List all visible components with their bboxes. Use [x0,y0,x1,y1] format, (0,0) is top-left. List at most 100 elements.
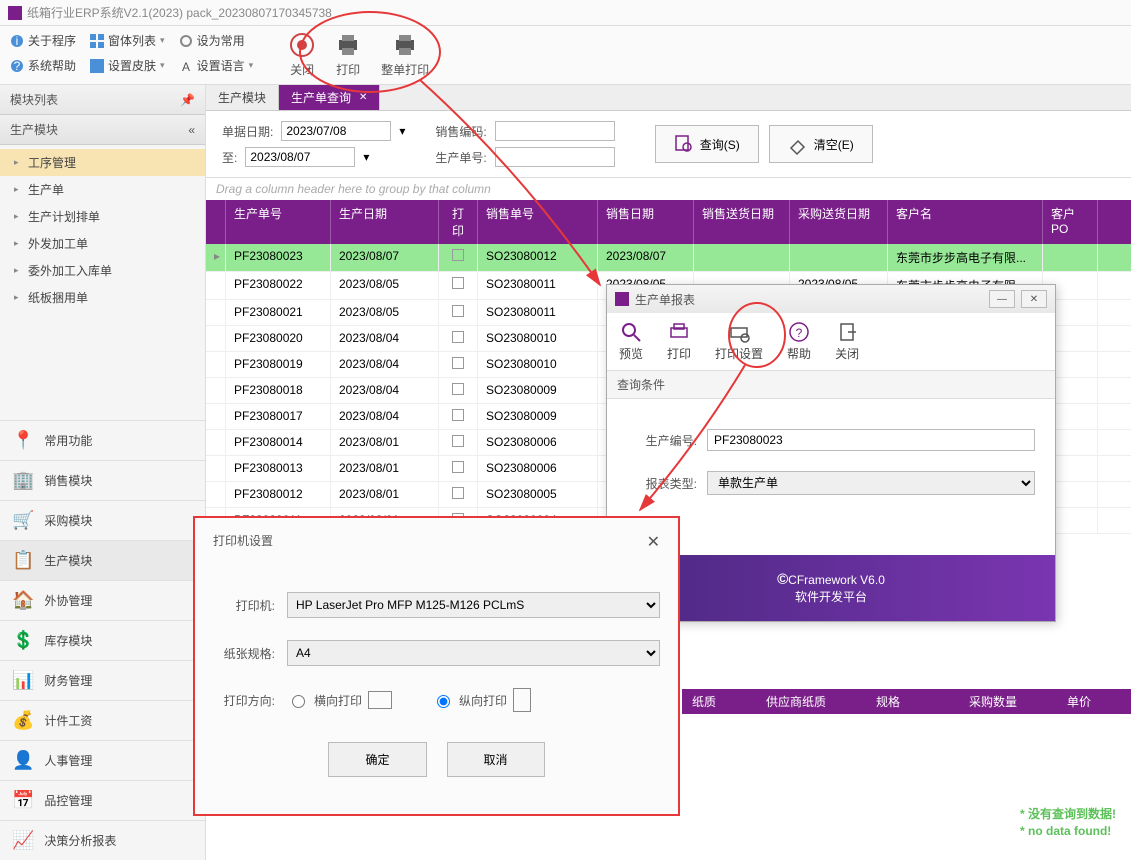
print-setup-button[interactable]: 打印设置 [703,313,775,370]
app-title: 纸箱行业ERP系统V2.1(2023) pack_202308071703457… [27,4,332,21]
sidebar-item[interactable]: 生产单 [0,176,205,203]
module-item[interactable]: 🏢销售模块 [0,460,205,500]
module-icon: 🏠 [12,590,34,611]
prod-input[interactable] [495,147,615,167]
module-item[interactable]: 🏠外协管理 [0,580,205,620]
module-icon: 📊 [12,670,34,691]
door-icon [836,321,858,343]
close-icon [289,32,315,58]
printer-label: 打印机: [213,597,275,614]
sidebar-item[interactable]: 工序管理 [0,149,205,176]
paper-select[interactable]: A4 [287,640,660,666]
help-icon: ? [788,321,810,343]
sidebar: 模块列表📌 生产模块« 工序管理生产单生产计划排单外发加工单委外加工入库单纸板捆… [0,85,206,860]
print-button[interactable]: 打印 [335,32,361,78]
sidebar-item[interactable]: 纸板捆用单 [0,284,205,311]
date-from-input[interactable] [281,121,391,141]
menu-lang[interactable]: A设置语言▾ [179,57,254,74]
date-to-input[interactable] [245,147,355,167]
module-icon: 💰 [12,710,34,731]
search-icon [674,134,694,154]
tab-production[interactable]: 生产模块 [206,85,279,110]
prod-code-input[interactable] [707,429,1035,451]
print-settings-dialog: 打印机设置 ✕ 打印机: HP LaserJet Pro MFP M125-M126… [193,516,680,816]
grid-icon [90,34,104,48]
dlg-close-button[interactable]: 关闭 [823,313,871,370]
date-label: 单据日期: [222,123,273,140]
module-icon: 📋 [12,550,34,571]
paper-label: 纸张规格: [213,645,275,662]
portrait-radio[interactable]: 纵向打印 [432,688,531,712]
svg-text:?: ? [14,59,21,73]
module-item[interactable]: 📋生产模块 [0,540,205,580]
info-icon: i [10,34,24,48]
close-button[interactable]: ✕ [1021,290,1047,308]
grid-header: 生产单号 生产日期 打印 销售单号 销售日期 销售送货日期 采购送货日期 客户名… [206,200,1131,244]
menu-bar: i关于程序 窗体列表▾ 设为常用 ?系统帮助 设置皮肤▾ A设置语言▾ 关闭 打… [0,26,1131,85]
printer-select[interactable]: HP LaserJet Pro MFP M125-M126 PCLmS [287,592,660,618]
tab-query[interactable]: 生产单查询✕ [279,85,380,110]
preview-icon [620,321,642,343]
svg-text:i: i [16,34,19,48]
clear-button[interactable]: 清空(E) [769,125,873,163]
module-item[interactable]: 📍常用功能 [0,420,205,460]
close-button[interactable]: ✕ [647,532,660,552]
menu-about[interactable]: i关于程序 [10,32,76,49]
code-label: 销售编码: [435,123,486,140]
ok-button[interactable]: 确定 [328,742,426,777]
preview-button[interactable]: 预览 [607,313,655,370]
filter-panel: 单据日期:▾ 至:▾ 销售编码: 生产单号: 查询(S) 清空(E) [206,111,1131,178]
cancel-button[interactable]: 取消 [447,742,545,777]
printer-icon [392,32,418,58]
module-item[interactable]: 👤人事管理 [0,740,205,780]
lower-grid-header: 纸质供应商纸质规格 采购数量单价 [682,689,1131,714]
group-hint: Drag a column header here to group by th… [206,178,1131,200]
module-item[interactable]: 📈决策分析报表 [0,820,205,860]
sidebar-header: 模块列表📌 [0,85,205,115]
pin-icon[interactable]: 📌 [180,93,195,107]
sidebar-item[interactable]: 委外加工入库单 [0,257,205,284]
print-all-button[interactable]: 整单打印 [381,32,429,78]
minimize-button[interactable]: — [989,290,1015,308]
menu-default[interactable]: 设为常用 [179,32,245,49]
module-item[interactable]: 💲库存模块 [0,620,205,660]
palette-icon [90,59,104,73]
svg-text:A: A [182,60,190,74]
dialog-title: 生产单报表 [635,291,695,308]
sidebar-item[interactable]: 生产计划排单 [0,203,205,230]
module-icon: 🛒 [12,510,34,531]
query-section-label: 查询条件 [607,371,1055,399]
dlg-help-button[interactable]: ?帮助 [775,313,823,370]
close-icon[interactable]: ✕ [359,92,367,103]
close-button[interactable]: 关闭 [289,32,315,78]
report-icon [615,292,629,306]
print-dialog-title: 打印机设置 [213,532,273,552]
module-item[interactable]: 📅品控管理 [0,780,205,820]
table-row[interactable]: ▸PF230800232023/08/07SO230800122023/08/0… [206,244,1131,272]
module-item[interactable]: 🛒采购模块 [0,500,205,540]
printer-icon [668,321,690,343]
sidebar-item[interactable]: 外发加工单 [0,230,205,257]
prod-code-label: 生产编号: [627,432,697,449]
module-item[interactable]: 💰计件工资 [0,700,205,740]
menu-help[interactable]: ?系统帮助 [10,57,76,74]
landscape-radio[interactable]: 横向打印 [287,691,392,709]
help-icon: ? [10,59,24,73]
module-item[interactable]: 📊财务管理 [0,660,205,700]
menu-forms[interactable]: 窗体列表▾ [90,32,165,49]
lang-icon: A [179,59,193,73]
module-icon: 🏢 [12,470,34,491]
search-button[interactable]: 查询(S) [655,125,759,163]
gear-icon [179,34,193,48]
menu-skin[interactable]: 设置皮肤▾ [90,57,165,74]
dlg-print-button[interactable]: 打印 [655,313,703,370]
sidebar-section[interactable]: 生产模块« [0,115,205,145]
report-type-select[interactable]: 单款生产单 [707,471,1035,495]
module-icon: 📅 [12,790,34,811]
svg-text:?: ? [796,326,803,340]
to-label: 至: [222,149,237,166]
module-icon: 💲 [12,630,34,651]
code-input[interactable] [495,121,615,141]
printer-gear-icon [728,321,750,343]
report-type-label: 报表类型: [627,475,697,492]
